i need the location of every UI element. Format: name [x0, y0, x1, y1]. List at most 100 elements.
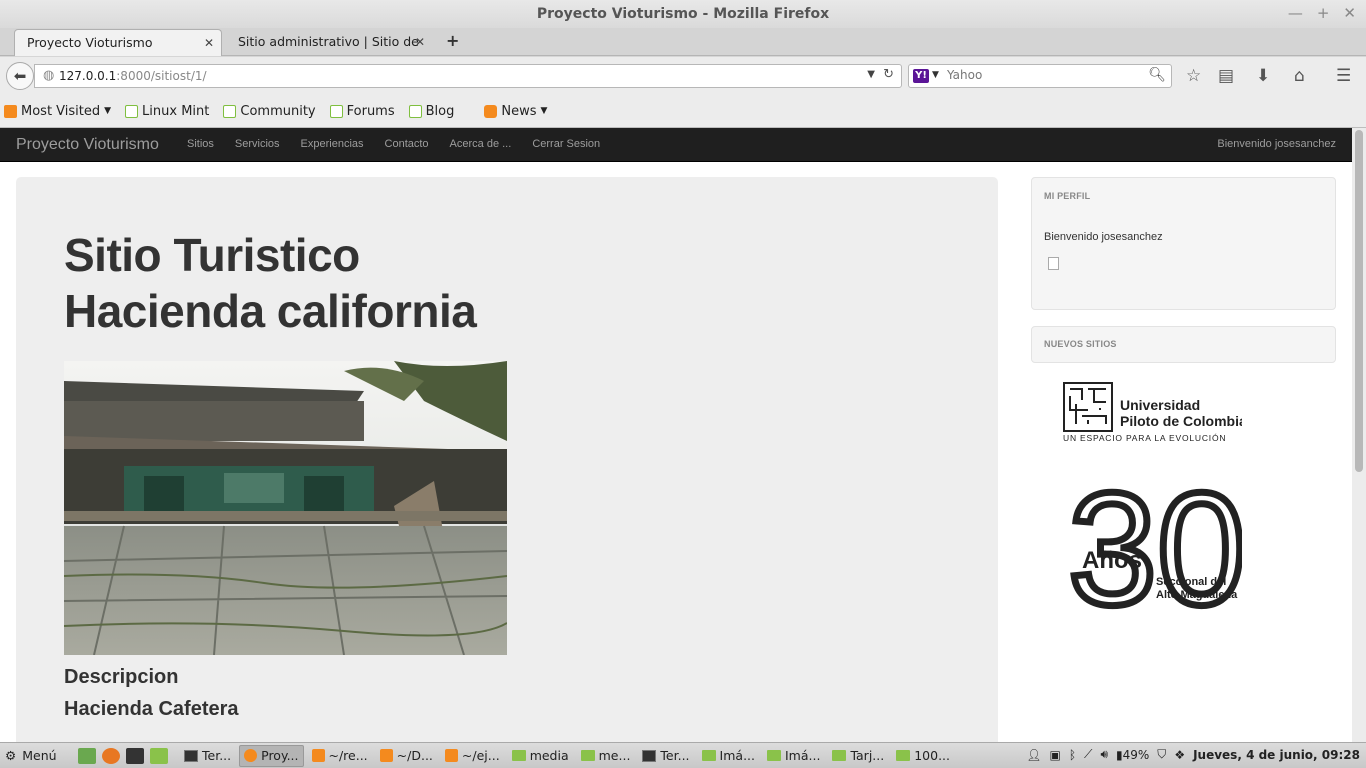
search-input[interactable] — [947, 68, 1147, 82]
broken-image-icon — [1048, 257, 1059, 270]
bookmark-most-visited[interactable]: Most Visited ▼ — [4, 104, 111, 119]
url-host: 127.0.0.1 — [59, 69, 117, 83]
profile-panel: MI PERFIL Bienvenido josesanchez — [1031, 177, 1336, 310]
tab-label: Proyecto Vioturismo — [27, 35, 153, 50]
bookmark-forums[interactable]: Forums — [329, 103, 395, 119]
files-icon[interactable] — [150, 747, 168, 764]
editor-icon — [311, 749, 325, 762]
network-icon[interactable]: ⟋ — [1084, 747, 1092, 762]
shield-icon[interactable]: ⛉ — [1157, 747, 1166, 762]
editor-icon — [379, 749, 393, 762]
bookmark-community[interactable]: Community — [223, 103, 316, 119]
tab-proyecto-vioturismo[interactable]: Proyecto Vioturismo ✕ — [14, 29, 222, 56]
folder-icon — [832, 750, 847, 761]
menu-hamburger-icon[interactable]: ☰ — [1336, 66, 1351, 86]
start-menu-button[interactable]: ⚙ Menú — [0, 748, 72, 763]
description-value: Hacienda Cafetera — [64, 698, 239, 720]
logo-seccional-1: Seccional del — [1156, 576, 1226, 588]
url-dropdown-icon[interactable]: ▼ — [867, 69, 875, 80]
clipboard-icon[interactable]: ▣ — [1050, 748, 1061, 762]
site-nav-links: Sitios Servicios Experiencias Contacto A… — [187, 138, 600, 150]
nav-link-contacto[interactable]: Contacto — [385, 138, 429, 150]
nav-toolbar: ⬅ ◍ 127.0.0.1:8000/sitiost/1/ ▼ ↻ Y! ▼ 🔍… — [0, 57, 1366, 95]
battery-status[interactable]: ▮49% — [1116, 748, 1149, 762]
nav-link-experiencias[interactable]: Experiencias — [301, 138, 364, 150]
mint-icon — [125, 104, 139, 118]
vertical-scrollbar[interactable] — [1352, 128, 1366, 742]
window-controls: — + ✕ — [1288, 4, 1356, 22]
close-tab-icon[interactable]: ✕ — [415, 29, 425, 55]
task-label: Imá... — [785, 748, 821, 763]
terminal-icon[interactable] — [126, 747, 144, 764]
tab-strip: Proyecto Vioturismo ✕ Sitio administrati… — [0, 28, 1366, 75]
minimize-button[interactable]: — — [1288, 4, 1303, 22]
site-navbar: Proyecto Vioturismo Sitios Servicios Exp… — [0, 128, 1352, 162]
user-icon[interactable]: 👤︎ — [1026, 748, 1041, 762]
volume-icon[interactable]: 🔊︎ — [1100, 747, 1108, 762]
site-brand[interactable]: Proyecto Vioturismo — [16, 136, 159, 154]
url-bar[interactable]: ◍ 127.0.0.1:8000/sitiost/1/ ▼ ↻ — [34, 64, 902, 88]
search-bar[interactable]: Y! ▼ 🔍︎ — [908, 64, 1172, 88]
window-titlebar: Proyecto Vioturismo - Mozilla Firefox — … — [0, 0, 1366, 28]
search-engine-dropdown-icon[interactable]: ▼ — [932, 70, 939, 80]
clock[interactable]: Jueves, 4 de junio, 09:28 — [1193, 748, 1360, 762]
nav-link-acerca[interactable]: Acerca de ... — [450, 138, 512, 150]
close-tab-icon[interactable]: ✕ — [204, 30, 214, 56]
bookmarks-menu-icon[interactable]: ▤ — [1218, 66, 1234, 86]
bookmark-linux-mint[interactable]: Linux Mint — [125, 104, 209, 119]
bookmark-label: Community — [240, 103, 316, 119]
task-folder-imagenes-1[interactable]: Imá... — [698, 745, 759, 767]
task-editor-2[interactable]: ~/D... — [376, 745, 437, 767]
yahoo-icon[interactable]: Y! — [913, 69, 929, 83]
nav-link-sitios[interactable]: Sitios — [187, 138, 214, 150]
bookmark-blog[interactable]: Blog — [408, 104, 454, 119]
bookmark-news[interactable]: News ▼ — [484, 104, 547, 119]
nav-link-servicios[interactable]: Servicios — [235, 138, 280, 150]
university-logo-graphic: Universidad Piloto de Colombia UN ESPACI… — [1063, 382, 1249, 642]
folder-icon — [767, 750, 781, 761]
dropbox-icon[interactable]: ❖ — [1174, 748, 1185, 762]
bookmark-label: Forums — [346, 103, 395, 119]
nav-link-cerrar-sesion[interactable]: Cerrar Sesion — [532, 138, 600, 150]
folder-icon — [896, 750, 911, 761]
url-text[interactable]: 127.0.0.1:8000/sitiost/1/ — [59, 69, 207, 83]
bluetooth-icon[interactable]: ᛒ — [1069, 748, 1076, 762]
task-label: ~/re... — [328, 748, 368, 763]
title-line-1: Sitio Turistico — [64, 229, 360, 281]
downloads-icon[interactable]: ⬇ — [1256, 66, 1270, 86]
reload-icon[interactable]: ↻ — [883, 67, 894, 82]
university-logo[interactable]: Universidad Piloto de Colombia UN ESPACI… — [1060, 380, 1249, 642]
site-photo — [64, 361, 507, 655]
search-icon[interactable]: 🔍︎ — [1148, 67, 1166, 83]
task-folder-tarj[interactable]: Tarj... — [828, 745, 888, 767]
task-editor-3[interactable]: ~/ej... — [441, 745, 504, 767]
task-folder-imagenes-2[interactable]: Imá... — [763, 745, 824, 767]
task-firefox[interactable]: Proy... — [239, 744, 304, 767]
home-icon[interactable]: ⌂ — [1294, 66, 1305, 86]
tab-sitio-administrativo[interactable]: Sitio administrativo | Sitio de ... ✕ — [226, 29, 432, 75]
show-desktop-icon[interactable] — [78, 747, 96, 764]
chevron-down-icon: ▼ — [540, 106, 548, 116]
mint-icon — [408, 104, 422, 118]
scrollbar-thumb[interactable] — [1355, 130, 1363, 472]
nav-welcome-text: Bienvenido josesanchez — [1217, 138, 1336, 150]
firefox-icon[interactable] — [102, 747, 120, 764]
task-terminal-1[interactable]: Ter... — [180, 745, 235, 767]
terminal-icon — [642, 749, 657, 762]
task-label: ~/ej... — [461, 748, 500, 763]
folder-icon — [4, 104, 17, 118]
folder-icon — [511, 750, 526, 761]
chevron-down-icon: ▼ — [104, 106, 112, 116]
task-label: Proy... — [261, 748, 299, 763]
task-terminal-2[interactable]: Ter... — [638, 745, 693, 767]
task-folder-100[interactable]: 100... — [892, 745, 954, 767]
task-editor-1[interactable]: ~/re... — [308, 745, 372, 767]
bookmark-label: News — [501, 103, 537, 119]
close-window-button[interactable]: ✕ — [1343, 4, 1356, 22]
task-folder-me[interactable]: me... — [577, 745, 635, 767]
maximize-button[interactable]: + — [1317, 4, 1330, 22]
task-folder-media[interactable]: media — [508, 745, 573, 767]
new-tab-button[interactable]: + — [446, 31, 459, 50]
back-button[interactable]: ⬅ — [6, 62, 34, 90]
bookmark-star-icon[interactable]: ☆ — [1186, 66, 1201, 86]
